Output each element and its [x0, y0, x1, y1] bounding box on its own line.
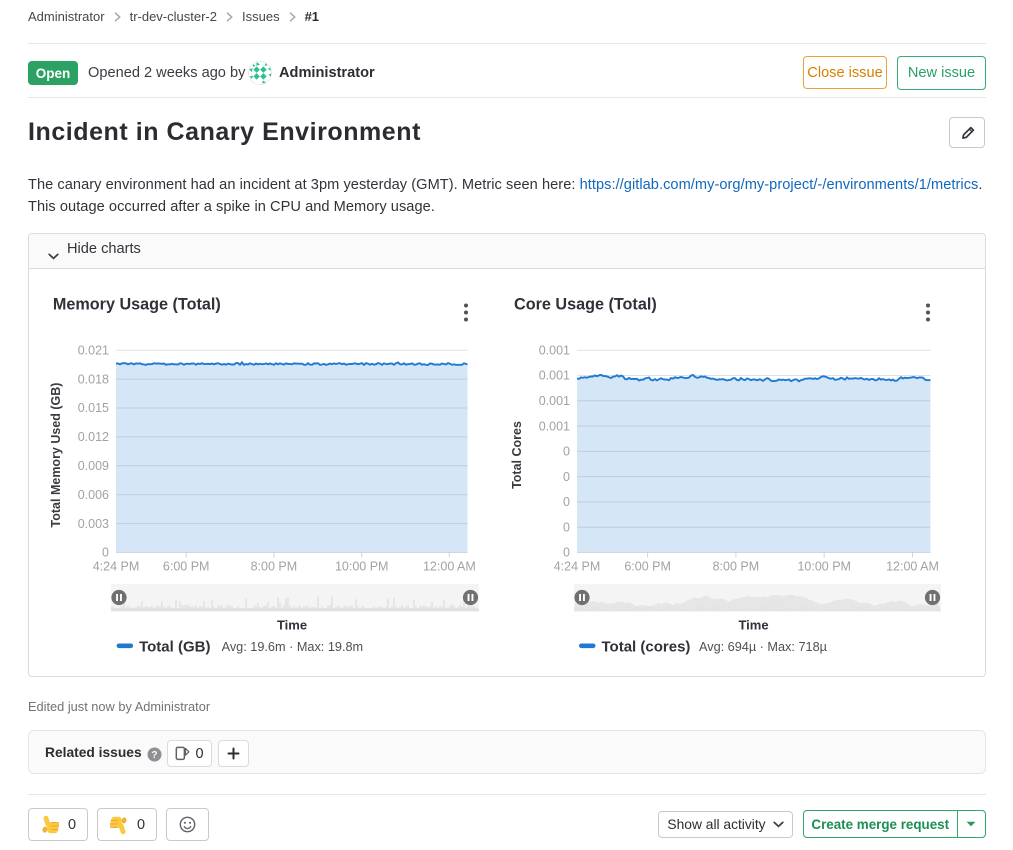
svg-text:Total (cores): Total (cores) [602, 639, 691, 656]
svg-text:4:24 PM: 4:24 PM [554, 560, 601, 574]
svg-text:Avg: 19.6m · Max: 19.8m: Avg: 19.6m · Max: 19.8m [222, 640, 364, 654]
svg-text:0.001: 0.001 [539, 343, 570, 357]
svg-text:Time: Time [277, 618, 307, 633]
svg-text:8:00 PM: 8:00 PM [251, 560, 298, 574]
svg-text:0.001: 0.001 [539, 419, 570, 433]
svg-text:0: 0 [563, 445, 570, 459]
svg-text:Avg: 694µ · Max: 718µ: Avg: 694µ · Max: 718µ [699, 640, 828, 654]
svg-text:4:24 PM: 4:24 PM [93, 560, 140, 574]
svg-text:0: 0 [563, 546, 570, 560]
svg-text:0: 0 [102, 546, 109, 560]
svg-text:0.001: 0.001 [539, 394, 570, 408]
svg-text:12:00 AM: 12:00 AM [886, 560, 939, 574]
svg-text:0: 0 [563, 520, 570, 534]
svg-text:0.015: 0.015 [78, 401, 109, 415]
svg-text:0.018: 0.018 [78, 372, 109, 386]
svg-text:0.006: 0.006 [78, 488, 109, 502]
svg-text:Total (GB): Total (GB) [139, 639, 210, 656]
svg-text:0.003: 0.003 [78, 517, 109, 531]
svg-text:?: ? [151, 749, 157, 761]
svg-text:Time: Time [738, 618, 768, 633]
svg-text:8:00 PM: 8:00 PM [713, 560, 760, 574]
svg-text:0.021: 0.021 [78, 343, 109, 357]
svg-text:Memory Usage (Total): Memory Usage (Total) [53, 296, 221, 314]
svg-text:0.012: 0.012 [78, 430, 109, 444]
svg-text:10:00 PM: 10:00 PM [797, 560, 851, 574]
svg-text:6:00 PM: 6:00 PM [163, 560, 210, 574]
svg-text:12:00 AM: 12:00 AM [423, 560, 476, 574]
svg-text:Total Cores: Total Cores [510, 421, 524, 489]
svg-text:Total Memory Used (GB): Total Memory Used (GB) [49, 383, 63, 528]
svg-text:6:00 PM: 6:00 PM [624, 560, 671, 574]
svg-text:0: 0 [563, 495, 570, 509]
svg-text:Core Usage (Total): Core Usage (Total) [514, 296, 657, 314]
svg-text:0.001: 0.001 [539, 369, 570, 383]
svg-text:0: 0 [563, 470, 570, 484]
svg-text:10:00 PM: 10:00 PM [335, 560, 389, 574]
svg-text:0.009: 0.009 [78, 459, 109, 473]
